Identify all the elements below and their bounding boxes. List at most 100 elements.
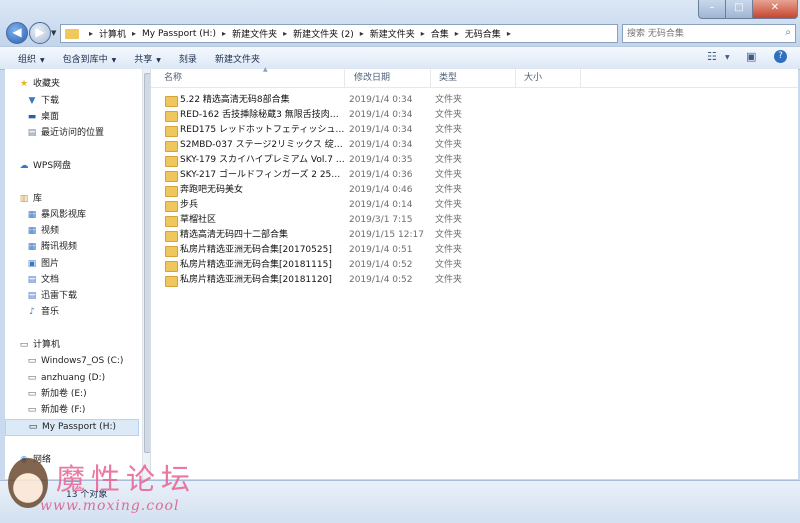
chevron-right-icon[interactable]: ▸	[455, 29, 459, 38]
nav-recent[interactable]: ▤ 最近访问的位置	[26, 126, 104, 141]
file-row[interactable]: 私房片精选亚洲无码合集[20170525] 2019/1/4 0:51 文件夹	[151, 243, 581, 258]
search-input[interactable]	[623, 25, 779, 42]
nav-wps[interactable]: ☁ WPS网盘	[18, 159, 72, 174]
file-type: 文件夹	[435, 155, 463, 165]
nav-libraries[interactable]: ▥ 库	[18, 192, 42, 207]
drive-icon: ▭	[28, 422, 38, 432]
nav-pictures-label: 图片	[41, 259, 60, 269]
video-library-icon: ▦	[27, 210, 37, 220]
file-row[interactable]: 步兵 2019/1/4 0:14 文件夹	[151, 198, 581, 213]
burn-button[interactable]: 刻录	[179, 52, 197, 65]
nav-thunder[interactable]: ▤ 迅雷下载	[26, 289, 77, 304]
nav-favorites[interactable]: ★ 收藏夹	[18, 77, 60, 92]
nav-downloads[interactable]: ▼ 下载	[26, 94, 59, 109]
chevron-right-icon[interactable]: ▸	[360, 29, 364, 38]
nav-documents[interactable]: ▤ 文档	[26, 273, 59, 288]
search-box[interactable]: ⌕	[622, 24, 796, 43]
breadcrumb-item[interactable]: 计算机	[99, 27, 126, 40]
folder-icon	[165, 156, 178, 167]
column-modified[interactable]: 修改日期	[345, 69, 431, 87]
forward-button[interactable]: ▶	[29, 22, 51, 44]
pictures-icon: ▣	[27, 259, 37, 269]
nav-documents-label: 文档	[41, 275, 60, 285]
nav-video[interactable]: ▦ 视频	[26, 224, 59, 239]
drive-icon: ▭	[27, 356, 37, 366]
file-name: SKY-179 スカイハイプレミアム Vol.7 (…	[180, 155, 347, 165]
close-button[interactable]: ✕	[752, 0, 798, 19]
breadcrumb-item[interactable]: 合集	[431, 27, 449, 40]
nav-pictures[interactable]: ▣ 图片	[26, 257, 59, 272]
nav-drive-f[interactable]: ▭ 新加卷 (F:)	[26, 403, 86, 418]
new-folder-button[interactable]: 新建文件夹	[215, 52, 260, 65]
file-row[interactable]: SKY-179 スカイハイプレミアム Vol.7 (… 2019/1/4 0:35…	[151, 153, 581, 168]
scrollbar-thumb[interactable]	[144, 73, 150, 453]
nav-tencent-video-label: 腾讯视频	[41, 242, 78, 252]
file-row[interactable]: SKY-217 ゴールドフィンガーズ 2 25ガ… 2019/1/4 0:36 文件…	[151, 168, 581, 183]
search-icon[interactable]: ⌕	[785, 27, 791, 38]
folder-icon	[165, 246, 178, 257]
nav-drive-d[interactable]: ▭ anzhuang (D:)	[26, 371, 105, 386]
music-icon: ♪	[29, 307, 35, 317]
file-type: 文件夹	[435, 230, 463, 240]
nav-music[interactable]: ♪ 音乐	[26, 305, 59, 320]
column-type[interactable]: 类型	[430, 69, 516, 87]
nav-wps-label: WPS网盘	[33, 161, 72, 171]
chevron-right-icon[interactable]: ▸	[132, 29, 136, 38]
file-date: 2019/1/4 0:36	[349, 170, 413, 180]
file-row[interactable]: RED175 レッドホットフェティッシュコ… 2019/1/4 0:34 文件夹	[151, 123, 581, 138]
status-bar: 13 个对象	[0, 480, 800, 523]
nav-drive-e[interactable]: ▭ 新加卷 (E:)	[26, 387, 87, 402]
file-row[interactable]: 5.22 精选高清无码8部合集 2019/1/4 0:34 文件夹	[151, 93, 581, 108]
folder-icon	[165, 171, 178, 182]
file-name: 私房片精选亚洲无码合集[20181115]	[180, 260, 332, 270]
address-bar[interactable]: ▸ 计算机 ▸ My Passport (H:) ▸ 新建文件夹 ▸ 新建文件夹…	[60, 24, 618, 43]
file-row[interactable]: RED-162 舌技挿除秘蔵3 無限舌技肉棒… 2019/1/4 0:34 文件夹	[151, 108, 581, 123]
chevron-right-icon[interactable]: ▸	[89, 29, 93, 38]
file-name: 奔跑吧无码美女	[180, 185, 244, 195]
nav-storm-video[interactable]: ▦ 暴风影视库	[26, 208, 86, 223]
folder-icon	[165, 261, 178, 272]
share-button[interactable]: 共享 ▼	[134, 52, 161, 65]
nav-computer[interactable]: ▭ 计算机	[18, 338, 60, 353]
download-folder-icon: ▤	[27, 291, 37, 301]
chevron-right-icon[interactable]: ▸	[222, 29, 226, 38]
file-row[interactable]: 奔跑吧无码美女 2019/1/4 0:46 文件夹	[151, 183, 581, 198]
breadcrumb-item[interactable]: 无码合集	[465, 27, 501, 40]
chevron-right-icon[interactable]: ▸	[421, 29, 425, 38]
nav-scrollbar[interactable]	[142, 69, 150, 479]
breadcrumb-item[interactable]: 新建文件夹 (2)	[293, 27, 354, 40]
nav-drive-h[interactable]: ▭ My Passport (H:)	[5, 419, 139, 436]
chevron-down-icon[interactable]: ▼	[725, 54, 730, 61]
view-options-icon[interactable]: ☷	[707, 50, 717, 63]
breadcrumb: ▸ 计算机 ▸ My Passport (H:) ▸ 新建文件夹 ▸ 新建文件夹…	[83, 27, 517, 41]
breadcrumb-item[interactable]: My Passport (H:)	[142, 29, 216, 39]
help-icon[interactable]: ?	[774, 50, 787, 63]
organize-button[interactable]: 组织 ▼	[18, 52, 45, 65]
maximize-button[interactable]: □	[725, 0, 753, 19]
recent-pages-dropdown[interactable]: ▼	[51, 29, 56, 37]
chevron-right-icon[interactable]: ▸	[507, 29, 511, 38]
breadcrumb-item[interactable]: 新建文件夹	[232, 27, 277, 40]
column-size[interactable]: 大小	[515, 69, 581, 87]
nav-drive-c[interactable]: ▭ Windows7_OS (C:)	[26, 354, 124, 369]
file-row[interactable]: S2MBD-037 ステージ2リミックス 绽勢… 2019/1/4 0:34 文件夹	[151, 138, 581, 153]
chevron-right-icon[interactable]: ▸	[283, 29, 287, 38]
column-name[interactable]: 名称	[155, 69, 345, 87]
file-type: 文件夹	[435, 245, 463, 255]
preview-pane-icon[interactable]: ▣	[746, 50, 756, 63]
nav-network[interactable]: ◉ 网络	[18, 453, 51, 468]
include-in-library-button[interactable]: 包含到库中 ▼	[63, 52, 117, 65]
nav-desktop[interactable]: ▬ 桌面	[26, 110, 59, 125]
file-row[interactable]: 草榴社区 2019/3/1 7:15 文件夹	[151, 213, 581, 228]
folder-icon	[165, 141, 178, 152]
file-row[interactable]: 私房片精选亚洲无码合集[20181120] 2019/1/4 0:52 文件夹	[151, 273, 581, 288]
nav-drive-f-label: 新加卷 (F:)	[41, 405, 86, 415]
file-row[interactable]: 私房片精选亚洲无码合集[20181115] 2019/1/4 0:52 文件夹	[151, 258, 581, 273]
breadcrumb-item[interactable]: 新建文件夹	[370, 27, 415, 40]
minimize-button[interactable]: –	[698, 0, 726, 19]
drive-icon: ▭	[27, 389, 37, 399]
back-button[interactable]: ◀	[6, 22, 28, 44]
nav-tencent-video[interactable]: ▦ 腾讯视频	[26, 240, 77, 255]
file-date: 2019/1/4 0:34	[349, 125, 413, 135]
file-row[interactable]: 精选高清无码四十二部合集 2019/1/15 12:17 文件夹	[151, 228, 581, 243]
